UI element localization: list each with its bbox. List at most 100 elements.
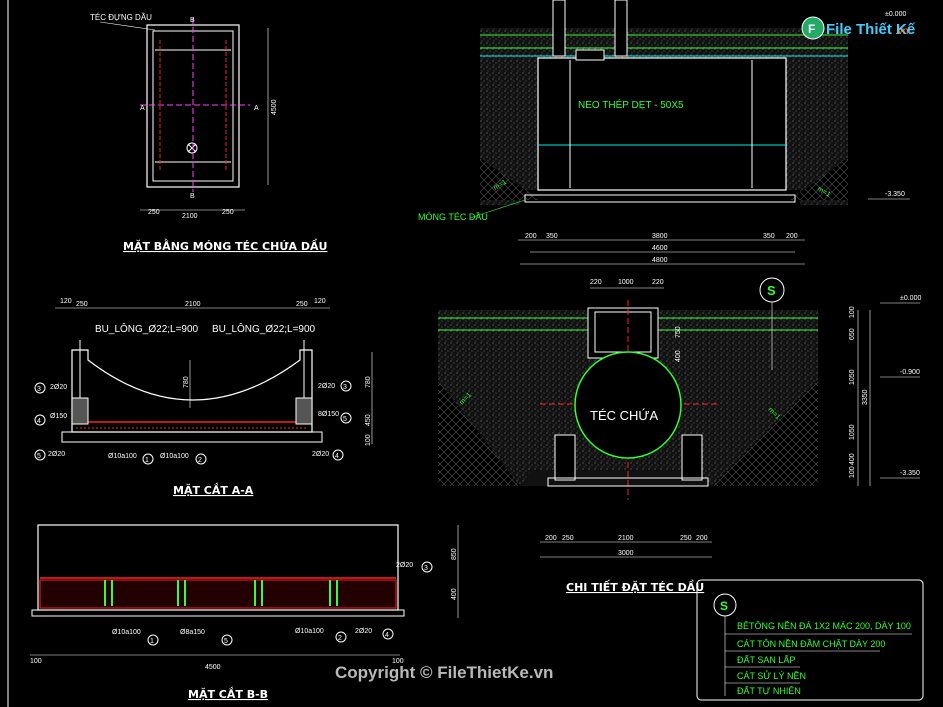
bb-marker-1: 1 — [150, 638, 154, 645]
plan-dim-1: 250 — [148, 209, 160, 216]
aa-dim-5: 120 — [314, 298, 326, 305]
logo-suffix: .vn — [895, 26, 908, 37]
bb-marker-3: 3 — [424, 565, 428, 572]
cross-dim-b3: 2100 — [618, 535, 634, 542]
cross-level-3: -3.350 — [900, 470, 920, 477]
bb-marker-4: 4 — [385, 632, 389, 639]
aa-dim-arc: 780 — [183, 376, 190, 388]
cross-dim-r3: 1050 — [849, 369, 856, 385]
cross-dim-top-2: 1000 — [618, 279, 634, 286]
bb-bar-5: Ø8a150 — [180, 629, 205, 636]
aa-marker-4-left: 4 — [37, 418, 41, 425]
cross-dim-b5: 200 — [696, 535, 708, 542]
aa-dim-right-1: 780 — [365, 376, 372, 388]
cut-b-bottom: B — [190, 193, 195, 200]
legend-marker: S — [720, 599, 728, 613]
aa-marker-3-right: 3 — [343, 384, 347, 391]
aa-dim-2: 250 — [76, 301, 88, 308]
cross-dim-top-1: 220 — [590, 279, 602, 286]
long-dim-2: 350 — [546, 233, 558, 240]
aa-marker-5-right: 5 — [343, 416, 347, 423]
bb-bar-4: 2Ø20 — [355, 628, 372, 635]
section-aa: 120 250 2100 250 120 BU_LÔNG_Ø22;L=900 B… — [34, 298, 373, 497]
long-section: NEO THÉP DẸT - 50X5 MÓNG TÉC DẦU m=1 m=1… — [418, 0, 910, 265]
aa-marker-4-right: 4 — [335, 453, 339, 460]
cross-dim-r5: 100 — [849, 466, 856, 478]
cross-dim-r4: 1050 — [849, 424, 856, 440]
legend: S BÊTÔNG NỀN ĐÁ 1X2 MÁC 200, DÀY 100 CÁT… — [696, 579, 924, 701]
legend-item-2: CÁT TÔN NỀN ĐẦM CHẶT DÀY 200 — [737, 639, 885, 649]
long-level-top: ±0.000 — [885, 11, 906, 18]
bb-bar-2: Ø10a100 — [295, 628, 324, 635]
cross-dim-b-total: 3000 — [618, 550, 634, 557]
aa-dim-1: 120 — [60, 298, 72, 305]
cross-dim-inner-2: 400 — [675, 350, 682, 362]
cross-dim-b1: 200 — [545, 535, 557, 542]
svg-text:F: F — [808, 22, 815, 36]
aa-dim-right-3: 100 — [365, 434, 372, 446]
cross-section-title: CHI TIẾT ĐẶT TÉC DẦU — [566, 579, 704, 594]
cross-dim-b4: 250 — [680, 535, 692, 542]
bb-bar-1: Ø10a100 — [112, 629, 141, 636]
tank-text: TÉC CHỨA — [590, 408, 658, 423]
cross-dim-b2: 250 — [562, 535, 574, 542]
cross-dim-r1: 100 — [849, 306, 856, 318]
cut-a-right: A — [254, 105, 259, 112]
bb-dim-right-1: 850 — [451, 548, 458, 560]
legend-item-5: ĐẤT TỰ NHIÊN — [737, 686, 801, 696]
tank-label: TÉC ĐỰNG DẦU — [90, 12, 152, 22]
long-dim-total-2: 4800 — [652, 257, 668, 264]
plan-dim-3: 250 — [222, 209, 234, 216]
bb-dim-1: 100 — [30, 658, 42, 665]
bolt-left: BU_LÔNG_Ø22;L=900 — [95, 322, 199, 335]
aa-marker-1: 1 — [145, 457, 149, 464]
cross-section: TÉC CHỨA m=1 m=1 S 220 1000 220 750 400 … — [438, 277, 921, 594]
cross-dim-r6: 400 — [849, 453, 856, 465]
anchor-label: NEO THÉP DẸT - 50X5 — [578, 98, 684, 111]
aa-dim-3: 2100 — [185, 301, 201, 308]
long-dim-4: 350 — [763, 233, 775, 240]
cross-dim-total: 3350 — [862, 389, 869, 405]
aa-bar-2: Ø10a100 — [160, 453, 189, 460]
legend-item-4: CÁT SỬ LÝ NỀN — [737, 670, 806, 681]
bb-marker-2: 2 — [338, 635, 342, 642]
cross-dim-top-3: 220 — [652, 279, 664, 286]
cross-level-2: -0.900 — [900, 369, 920, 376]
bb-bar-top: 2Ø20 — [396, 562, 413, 569]
aa-bar-2b-left: 2Ø20 — [48, 451, 65, 458]
plan-dim-2: 2100 — [182, 213, 198, 220]
aa-bar-2b-right: 2Ø20 — [312, 451, 329, 458]
cross-dim-inner-1: 750 — [675, 326, 682, 338]
aa-dim-right-2: 450 — [365, 414, 372, 426]
plan-dim-height: 4500 — [271, 99, 278, 115]
bb-dim-2: 4500 — [205, 664, 221, 671]
aa-bar-5-right: 8Ø150 — [318, 411, 339, 418]
foundation-label: MÓNG TÉC DẦU — [418, 212, 488, 222]
aa-marker-2: 2 — [198, 457, 202, 464]
long-dim-1: 200 — [525, 233, 537, 240]
cut-b-top: B — [190, 17, 195, 24]
long-dim-total-1: 4600 — [652, 245, 668, 252]
plan-title: MẶT BẰNG MÓNG TÉC CHỨA DẦU — [123, 238, 327, 253]
cross-marker-s: S — [767, 283, 776, 298]
cross-level-1: ±0.000 — [900, 295, 921, 302]
bb-dim-right-2: 400 — [451, 588, 458, 600]
legend-item-3: ĐẤT SAN LẤP — [737, 655, 795, 665]
site-logo: F File Thiết Kế .vn — [801, 16, 916, 40]
aa-bar-1: Ø10a100 — [108, 453, 137, 460]
aa-bar-2-right: 2Ø20 — [318, 383, 335, 390]
copyright-watermark: Copyright © FileThietKe.vn — [335, 663, 553, 682]
bb-marker-5: 5 — [224, 638, 228, 645]
aa-marker-3-left: 3 — [37, 386, 41, 393]
long-dim-5: 200 — [786, 233, 798, 240]
cross-dim-r2: 650 — [849, 328, 856, 340]
bolt-right: BU_LÔNG_Ø22;L=900 — [212, 322, 316, 335]
aa-bar-2-left: 2Ø20 — [50, 384, 67, 391]
section-aa-title: MẶT CẮT A-A — [173, 482, 254, 497]
cut-a-left: A — [140, 105, 145, 112]
aa-bar-5-left: Ø150 — [50, 413, 67, 420]
cad-drawing-canvas: TÉC ĐỰNG DẦU B B A A 4500 250 2100 250 M… — [7, 0, 924, 707]
aa-marker-5-left: 5 — [37, 453, 41, 460]
long-level-bottom: -3.350 — [885, 191, 905, 198]
long-dim-3: 3800 — [652, 233, 668, 240]
